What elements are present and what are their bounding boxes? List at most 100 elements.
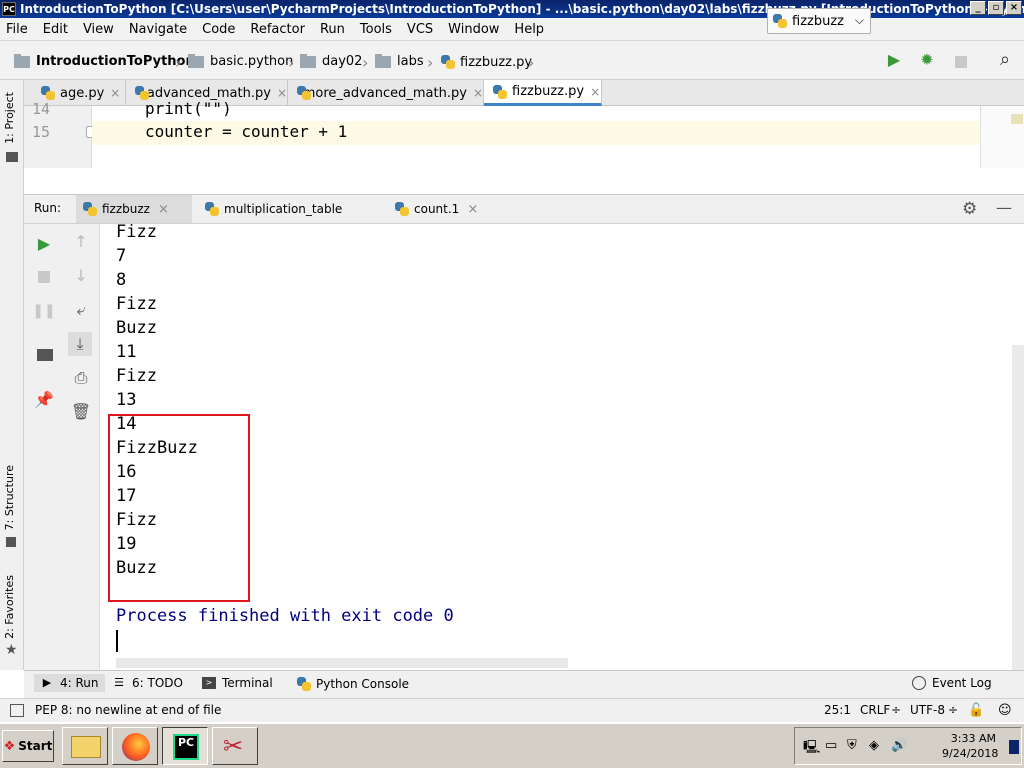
- pause-icon[interactable]: ❚❚: [32, 299, 56, 323]
- menu-file[interactable]: File: [6, 22, 28, 37]
- breadcrumb-label: IntroductionToPython: [36, 54, 195, 69]
- scissors-icon: ✂: [223, 732, 244, 760]
- python-file-icon: [772, 13, 788, 29]
- show-desktop-icon[interactable]: [1009, 740, 1019, 754]
- close-icon[interactable]: ×: [110, 86, 120, 100]
- maximize-button[interactable]: ▫: [988, 1, 1004, 15]
- network-icon[interactable]: 🖳: [803, 738, 820, 760]
- chevron-down-icon: ⌵: [854, 13, 864, 27]
- menu-vcs[interactable]: VCS: [407, 22, 433, 37]
- minimize-button[interactable]: _: [970, 1, 986, 15]
- breadcrumb-day02[interactable]: day02: [300, 53, 362, 69]
- run-tab-multiplication-table[interactable]: multiplication_table: [198, 195, 374, 223]
- menu-tools[interactable]: Tools: [360, 22, 392, 37]
- trash-icon[interactable]: 🗑: [69, 400, 93, 424]
- breadcrumb-file[interactable]: fizzbuzz.py: [440, 54, 532, 70]
- close-icon[interactable]: ×: [590, 85, 600, 99]
- run-tab-count-1[interactable]: count.1 ×: [388, 195, 510, 223]
- file-encoding[interactable]: UTF-8: [910, 703, 945, 717]
- tab-fizzbuzz-py[interactable]: fizzbuzz.py ×: [484, 80, 602, 106]
- tool-tab-terminal[interactable]: > Terminal: [202, 676, 273, 690]
- tool-windows-icon[interactable]: [10, 704, 24, 717]
- stop-icon[interactable]: [38, 271, 50, 283]
- caret-position[interactable]: 25:1: [824, 703, 851, 717]
- hide-icon[interactable]: —: [996, 198, 1012, 217]
- menu-edit[interactable]: Edit: [43, 22, 68, 37]
- layout-icon[interactable]: [37, 349, 53, 361]
- menu-view[interactable]: View: [83, 22, 114, 37]
- breadcrumb-label: basic.python: [210, 54, 294, 69]
- pin-icon[interactable]: 📌: [32, 388, 56, 412]
- code-editor[interactable]: [24, 106, 1024, 194]
- console-line: Fizz: [116, 294, 157, 314]
- breadcrumb-basic-python[interactable]: basic.python: [188, 53, 294, 69]
- tool-tab-label: Python Console: [316, 677, 410, 691]
- shield-icon[interactable]: ◈: [869, 738, 879, 753]
- tool-tab-todo[interactable]: ☰ 6: TODO: [112, 676, 183, 690]
- close-button[interactable]: ×: [1006, 1, 1022, 15]
- run-tab-fizzbuzz[interactable]: fizzbuzz ×: [76, 195, 192, 223]
- structure-icon: [6, 537, 16, 547]
- stop-icon[interactable]: [955, 56, 967, 68]
- scroll-to-end-icon[interactable]: ⤓: [68, 332, 92, 356]
- chevron-right-icon: ›: [362, 53, 369, 72]
- close-icon[interactable]: ×: [473, 86, 483, 100]
- python-file-icon: [440, 54, 456, 70]
- menu-code[interactable]: Code: [202, 22, 235, 37]
- print-icon[interactable]: ⎙: [69, 366, 93, 390]
- rerun-icon[interactable]: ▶: [32, 232, 56, 256]
- run-configuration-label: fizzbuzz: [792, 13, 844, 29]
- debug-icon[interactable]: ✹: [917, 50, 937, 70]
- line-separator[interactable]: CRLF: [860, 703, 890, 717]
- close-icon[interactable]: ×: [277, 86, 287, 100]
- menu-window[interactable]: Window: [448, 22, 499, 37]
- search-icon[interactable]: ⌕: [995, 50, 1015, 70]
- arrow-up-icon[interactable]: ↑: [69, 230, 93, 254]
- inspection-icon[interactable]: [1011, 114, 1023, 124]
- close-icon[interactable]: ×: [158, 202, 169, 217]
- tool-tab-run[interactable]: ▶ 4: Run: [34, 674, 105, 692]
- terminal-icon: >: [202, 677, 216, 689]
- project-tool-tab[interactable]: 1: Project: [3, 92, 16, 144]
- run-icon: ▶: [42, 676, 52, 689]
- volume-icon[interactable]: 🔊: [891, 738, 907, 753]
- lock-icon[interactable]: 🔓: [968, 703, 984, 718]
- taskbar-snipping-tool[interactable]: ✂: [212, 727, 258, 765]
- exit-code-message: Process finished with exit code 0: [116, 606, 454, 626]
- taskbar-explorer[interactable]: [62, 727, 108, 765]
- clock-time[interactable]: 3:33 AM: [950, 732, 996, 745]
- python-file-icon: [394, 201, 410, 217]
- favorites-tool-tab[interactable]: 2: Favorites: [3, 575, 16, 639]
- menu-refactor[interactable]: Refactor: [250, 22, 305, 37]
- editor-gutter: 14 15: [24, 100, 96, 168]
- gear-icon[interactable]: ⚙: [962, 199, 977, 219]
- vertical-scrollbar[interactable]: [1012, 345, 1024, 670]
- run-configuration-select[interactable]: fizzbuzz ⌵: [767, 8, 871, 34]
- clock-date[interactable]: 9/24/2018: [942, 747, 998, 760]
- menu-navigate[interactable]: Navigate: [129, 22, 187, 37]
- tool-tab-event-log[interactable]: Event Log: [912, 676, 992, 690]
- structure-tool-tab[interactable]: 7: Structure: [3, 465, 16, 530]
- menu-help[interactable]: Help: [514, 22, 544, 37]
- monitor-icon[interactable]: ▭: [825, 738, 837, 753]
- soft-wrap-icon[interactable]: ⤶: [69, 298, 93, 322]
- breadcrumb-project[interactable]: IntroductionToPython: [14, 53, 195, 69]
- menu-run[interactable]: Run: [320, 22, 345, 37]
- start-button[interactable]: ❖ Start: [2, 730, 54, 762]
- security-icon[interactable]: ⛨: [847, 738, 857, 753]
- python-file-icon: [492, 84, 508, 100]
- inspector-icon[interactable]: ☺: [998, 703, 1012, 718]
- taskbar-pycharm[interactable]: PC: [162, 727, 208, 765]
- tool-tab-python-console[interactable]: Python Console: [296, 676, 409, 692]
- horizontal-scrollbar[interactable]: [116, 658, 568, 668]
- breadcrumb-label: labs: [397, 54, 424, 69]
- event-log-icon: [912, 676, 926, 690]
- arrow-down-icon[interactable]: ↓: [69, 264, 93, 288]
- close-icon[interactable]: ×: [467, 202, 478, 217]
- breadcrumb-labs[interactable]: labs: [375, 53, 424, 69]
- folder-icon: [6, 152, 18, 162]
- tab-more-advanced-math-py[interactable]: more_advanced_math.py ×: [288, 80, 484, 106]
- taskbar-firefox[interactable]: [112, 727, 158, 765]
- left-tool-strip: 1: Project 7: Structure 2: Favorites ★: [0, 80, 24, 670]
- run-icon[interactable]: ▶: [884, 50, 904, 70]
